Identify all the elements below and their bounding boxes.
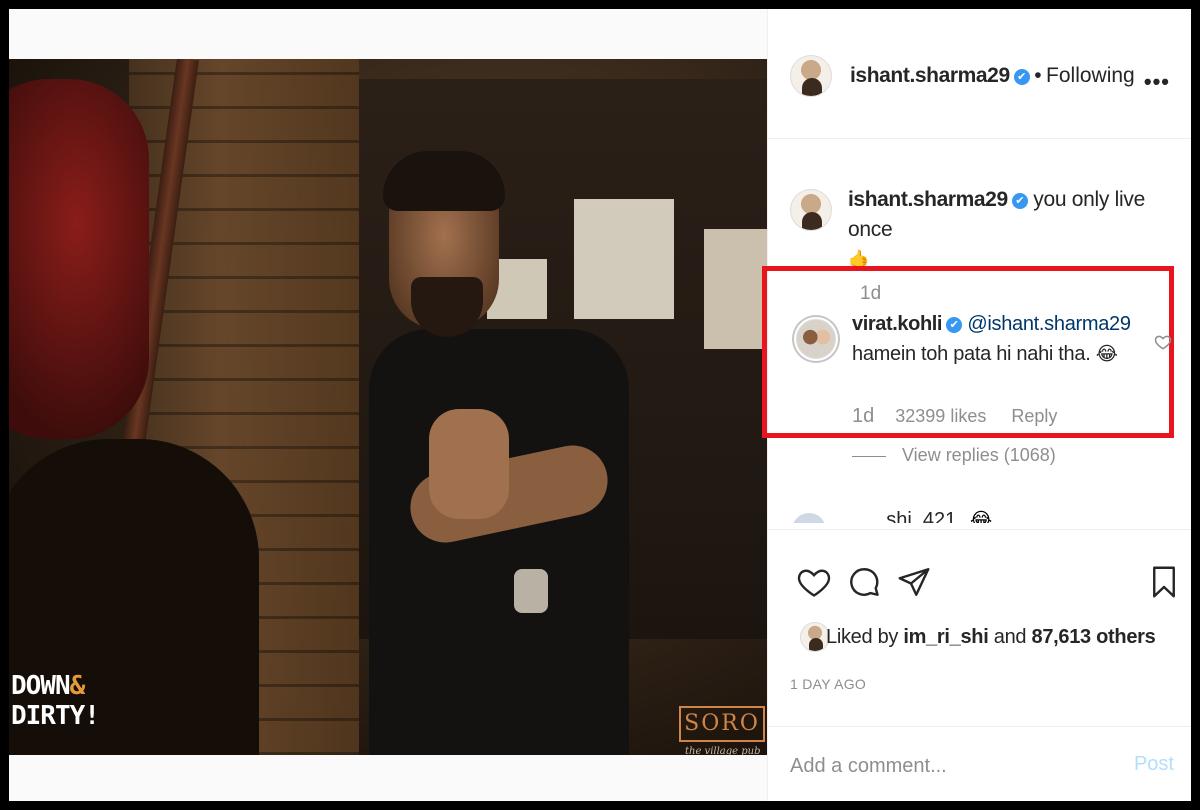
share-paper-plane-icon[interactable]: [896, 564, 932, 600]
liked-by-row: Liked by im_ri_shi and 87,613 others: [790, 620, 1180, 660]
soro-logo-subtitle: the village pub: [685, 746, 761, 755]
verified-icon: ✔: [946, 317, 963, 333]
logo-line-1: DOWN: [11, 671, 71, 701]
beard: [411, 277, 483, 337]
commenter-username[interactable]: virat.kohli: [852, 313, 942, 335]
comment-timestamp[interactable]: 1d: [852, 405, 874, 427]
author-line: ishant.sharma29 ✔ • Following: [850, 64, 1135, 88]
logo-line-2: DIRTY!: [11, 701, 100, 731]
extinguisher-shape: [9, 79, 149, 439]
down-and-dirty-logo: DOWN& DIRTY!: [11, 671, 100, 731]
replies-line-divider: [852, 455, 886, 457]
hair: [383, 151, 505, 211]
next-comment-partial: ....shi_421 😂: [792, 509, 1172, 523]
post-photo[interactable]: DOWN& DIRTY! SORO the village pub: [9, 59, 767, 755]
commenter-avatar[interactable]: [796, 319, 836, 359]
author-avatar[interactable]: [790, 55, 832, 97]
add-comment-input[interactable]: [790, 751, 1110, 781]
save-bookmark-icon[interactable]: [1146, 564, 1182, 600]
liked-by-text: Liked by im_ri_shi and 87,613 others: [826, 626, 1156, 649]
bullet-separator: •: [1034, 64, 1042, 87]
photo-bottom-margin: [9, 755, 767, 801]
hand-gesture: [429, 409, 509, 519]
caption-author-avatar[interactable]: [790, 189, 832, 231]
like-heart-icon[interactable]: [796, 564, 832, 600]
comment-likes-count[interactable]: 32399 likes: [895, 406, 986, 426]
author-username[interactable]: ishant.sharma29: [850, 64, 1010, 87]
window-pane: [704, 229, 767, 349]
comment-like-heart-icon[interactable]: [1154, 333, 1172, 351]
comment-bubble-icon[interactable]: [846, 564, 882, 600]
laughing-emoji: 😂: [1095, 343, 1118, 365]
post-header: ishant.sharma29 ✔ • Following •••: [768, 9, 1191, 139]
verified-icon: ✔: [1013, 69, 1030, 85]
view-replies-button[interactable]: View replies (1068): [852, 445, 1056, 466]
liker-username[interactable]: im_ri_shi: [903, 626, 988, 648]
following-button[interactable]: Following: [1046, 64, 1135, 87]
logo-ampersand: &: [69, 671, 86, 701]
comment-text: hamein toh pata hi nahi tha.: [852, 343, 1091, 365]
mention-link[interactable]: @ishant.sharma29: [967, 313, 1131, 335]
wristwatch: [514, 569, 548, 613]
verified-icon: ✔: [1011, 193, 1028, 209]
instagram-post-window: DOWN& DIRTY! SORO the village pub ishant…: [9, 9, 1191, 801]
photo-top-margin: [9, 9, 767, 59]
reply-button[interactable]: Reply: [1011, 406, 1057, 426]
post-timestamp[interactable]: 1 DAY AGO: [790, 676, 866, 692]
view-replies-label: View replies (1068): [902, 445, 1056, 465]
liked-by-connector: and: [993, 626, 1027, 648]
post-side-panel: ishant.sharma29 ✔ • Following ••• ishant.…: [762, 9, 1191, 801]
next-commenter-username[interactable]: ....shi_421: [864, 509, 956, 523]
next-commenter-avatar[interactable]: [792, 513, 826, 523]
comment-text-block: virat.kohli ✔ @ishant.sharma29 hamein toh…: [852, 309, 1132, 369]
post-comment-button[interactable]: Post: [1134, 753, 1174, 776]
more-options-icon[interactable]: •••: [1144, 69, 1170, 95]
torso: [369, 329, 629, 755]
liked-by-prefix: Liked by: [826, 626, 899, 648]
caption-text-block: ishant.sharma29 ✔ you only live once 🤙: [848, 185, 1178, 275]
person-figure: [369, 151, 669, 755]
add-comment-bar: Post: [768, 726, 1191, 801]
post-actions-section: Liked by im_ri_shi and 87,613 others 1 D…: [768, 529, 1191, 801]
laughing-emoji: 😂: [970, 509, 993, 523]
likes-others-count[interactable]: 87,613 others: [1032, 626, 1156, 648]
soro-logo: SORO: [679, 706, 765, 742]
caption-author-username[interactable]: ishant.sharma29: [848, 188, 1008, 211]
comment-meta: 1d 32399 likes Reply: [852, 405, 1077, 428]
